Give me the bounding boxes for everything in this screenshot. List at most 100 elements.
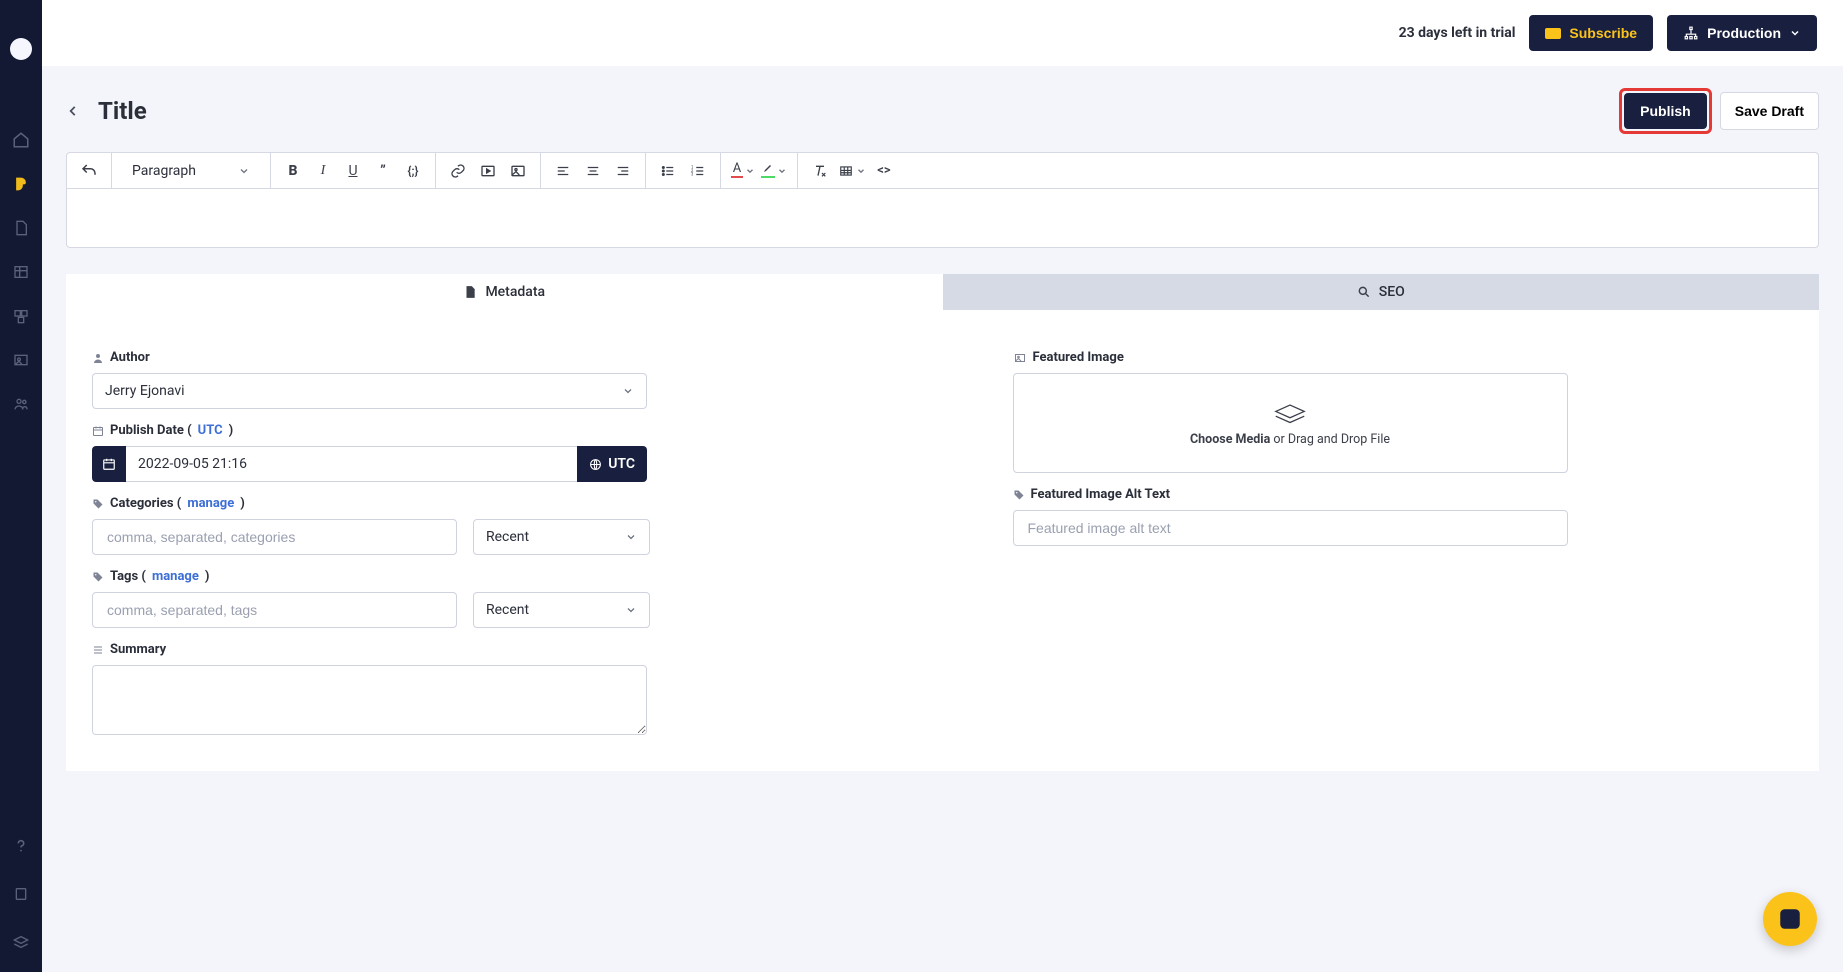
avatar[interactable] bbox=[10, 38, 32, 60]
editor-toolbar: Paragraph B I U ” {;} bbox=[67, 153, 1818, 189]
metadata-left-col: Author Jerry Ejonavi Publish Date ( UTC … bbox=[92, 336, 1013, 739]
alt-text-label: Featured Image Alt Text bbox=[1013, 487, 1794, 502]
source-code-button[interactable]: <> bbox=[870, 157, 898, 185]
utc-button[interactable]: UTC bbox=[577, 446, 647, 482]
help-icon[interactable] bbox=[11, 836, 31, 856]
author-value: Jerry Ejonavi bbox=[105, 383, 185, 399]
tab-metadata-label: Metadata bbox=[485, 284, 545, 300]
subscribe-chip-icon bbox=[1545, 28, 1561, 39]
meta-tabs: Metadata SEO bbox=[66, 274, 1819, 310]
author-select[interactable]: Jerry Ejonavi bbox=[92, 373, 647, 409]
categories-label: Categories (manage) bbox=[92, 496, 873, 511]
editor-content[interactable] bbox=[67, 189, 1818, 247]
italic-button[interactable]: I bbox=[309, 157, 337, 185]
svg-text:3: 3 bbox=[691, 171, 694, 176]
manage-categories-link[interactable]: manage bbox=[187, 496, 234, 511]
bullet-list-button[interactable] bbox=[654, 157, 682, 185]
chevron-down-icon bbox=[238, 165, 250, 177]
media-stack-icon bbox=[1271, 400, 1309, 426]
production-button[interactable]: Production bbox=[1667, 15, 1817, 51]
users-icon[interactable] bbox=[11, 394, 31, 414]
author-label: Author bbox=[92, 350, 873, 365]
trial-text: 23 days left in trial bbox=[1399, 25, 1516, 41]
production-label: Production bbox=[1707, 25, 1781, 41]
align-left-button[interactable] bbox=[549, 157, 577, 185]
subscribe-button[interactable]: Subscribe bbox=[1529, 15, 1653, 51]
back-button[interactable] bbox=[66, 104, 80, 118]
save-draft-button[interactable]: Save Draft bbox=[1720, 92, 1819, 130]
summary-label: Summary bbox=[92, 642, 873, 657]
tab-metadata[interactable]: Metadata bbox=[66, 274, 943, 310]
pages-icon[interactable] bbox=[11, 218, 31, 238]
title-row: Title Publish Save Draft bbox=[66, 66, 1819, 152]
chevron-down-icon bbox=[1789, 27, 1801, 39]
calendar-button[interactable] bbox=[92, 446, 126, 482]
calendar-icon bbox=[92, 425, 104, 437]
clear-formatting-button[interactable] bbox=[806, 157, 834, 185]
utc-link[interactable]: UTC bbox=[198, 423, 223, 438]
metadata-panel: Author Jerry Ejonavi Publish Date ( UTC … bbox=[66, 310, 1819, 771]
docs-icon[interactable] bbox=[11, 884, 31, 904]
search-icon bbox=[1357, 285, 1371, 299]
categories-input[interactable] bbox=[105, 520, 444, 554]
block-style-select[interactable]: Paragraph bbox=[120, 163, 262, 179]
undo-button[interactable] bbox=[75, 157, 103, 185]
underline-button[interactable]: U bbox=[339, 157, 367, 185]
tab-seo-label: SEO bbox=[1379, 284, 1405, 300]
top-bar: 23 days left in trial Subscribe Producti… bbox=[42, 0, 1843, 66]
main: 23 days left in trial Subscribe Producti… bbox=[42, 0, 1843, 972]
tag-icon bbox=[92, 498, 104, 510]
publish-button[interactable]: Publish bbox=[1624, 93, 1707, 129]
subscribe-label: Subscribe bbox=[1569, 25, 1637, 41]
alt-text-input-wrap bbox=[1013, 510, 1568, 546]
tags-recent-select[interactable]: Recent bbox=[473, 592, 650, 628]
chevron-down-icon bbox=[622, 385, 634, 397]
summary-textarea[interactable] bbox=[92, 665, 647, 735]
featured-image-label: Featured Image bbox=[1013, 350, 1794, 365]
chevron-down-icon bbox=[625, 531, 637, 543]
layers-icon[interactable] bbox=[11, 932, 31, 952]
blog-icon[interactable] bbox=[11, 174, 31, 194]
blockquote-button[interactable]: ” bbox=[369, 157, 397, 185]
align-center-button[interactable] bbox=[579, 157, 607, 185]
image-button[interactable] bbox=[504, 157, 532, 185]
editor: Paragraph B I U ” {;} bbox=[66, 152, 1819, 248]
media-icon[interactable] bbox=[11, 350, 31, 370]
block-style-label: Paragraph bbox=[132, 163, 196, 179]
align-right-button[interactable] bbox=[609, 157, 637, 185]
highlight-color-button[interactable] bbox=[759, 157, 789, 185]
side-nav bbox=[0, 0, 42, 972]
text-color-button[interactable]: A bbox=[729, 157, 757, 185]
intercom-launcher[interactable] bbox=[1763, 892, 1817, 946]
tables-icon[interactable] bbox=[11, 262, 31, 282]
nav-icons bbox=[11, 130, 31, 414]
alt-text-input[interactable] bbox=[1026, 511, 1555, 545]
bold-button[interactable]: B bbox=[279, 157, 307, 185]
nav-bottom bbox=[11, 836, 31, 952]
featured-image-dropzone[interactable]: Choose Media or Drag and Drop File bbox=[1013, 373, 1568, 473]
table-button[interactable] bbox=[836, 157, 868, 185]
list-icon bbox=[92, 644, 104, 656]
ordered-list-button[interactable]: 123 bbox=[684, 157, 712, 185]
tag-icon bbox=[92, 571, 104, 583]
link-button[interactable] bbox=[444, 157, 472, 185]
video-button[interactable] bbox=[474, 157, 502, 185]
user-icon bbox=[92, 352, 104, 364]
chevron-down-icon bbox=[625, 604, 637, 616]
home-icon[interactable] bbox=[11, 130, 31, 150]
publish-date-row: 2022-09-05 21:16 UTC bbox=[92, 446, 647, 482]
categories-input-wrap bbox=[92, 519, 457, 555]
tags-label: Tags (manage) bbox=[92, 569, 873, 584]
dropzone-text: Choose Media or Drag and Drop File bbox=[1190, 432, 1390, 447]
tab-seo[interactable]: SEO bbox=[943, 274, 1820, 310]
tags-input[interactable] bbox=[105, 593, 444, 627]
code-block-button[interactable]: {;} bbox=[399, 157, 427, 185]
categories-recent-select[interactable]: Recent bbox=[473, 519, 650, 555]
publish-date-input[interactable]: 2022-09-05 21:16 bbox=[126, 446, 577, 482]
manage-tags-link[interactable]: manage bbox=[152, 569, 199, 584]
tags-input-wrap bbox=[92, 592, 457, 628]
collections-icon[interactable] bbox=[11, 306, 31, 326]
tag-icon bbox=[1013, 489, 1025, 501]
metadata-right-col: Featured Image Choose Media or Drag and … bbox=[1013, 336, 1794, 739]
file-icon bbox=[463, 284, 477, 300]
